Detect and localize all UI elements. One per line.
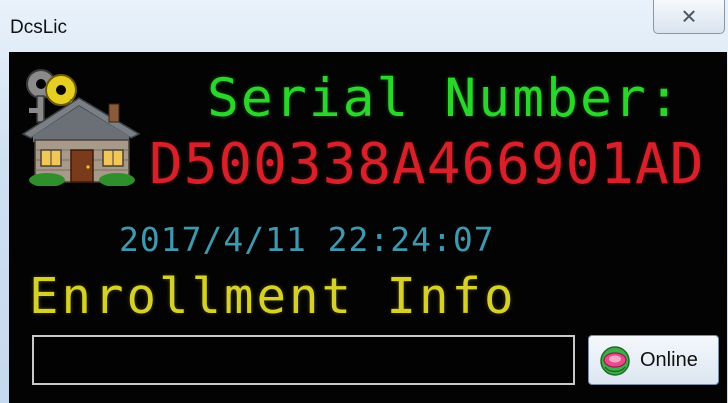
close-button[interactable]: ✕ [653,0,725,34]
title-bar[interactable]: DcsLic ✕ [0,0,728,52]
close-icon: ✕ [680,4,698,29]
online-button-label: Online [640,349,698,371]
enrollment-info-input[interactable] [32,335,575,385]
timestamp: 2017/4/11 22:24:07 [119,220,495,259]
enrollment-info-label: Enrollment Info [29,268,517,325]
dcslic-window: DcsLic ✕ Serial Number: D500338A466901AD… [0,0,728,403]
online-globe-icon [600,346,630,376]
serial-number-label: Serial Number: [207,68,682,129]
serial-number-value: D500338A466901AD [149,132,705,197]
online-button[interactable]: Online [588,335,719,385]
window-title: DcsLic [10,17,68,38]
house-with-key-icon [21,69,141,186]
license-panel: Serial Number: D500338A466901AD 2017/4/1… [9,52,727,403]
